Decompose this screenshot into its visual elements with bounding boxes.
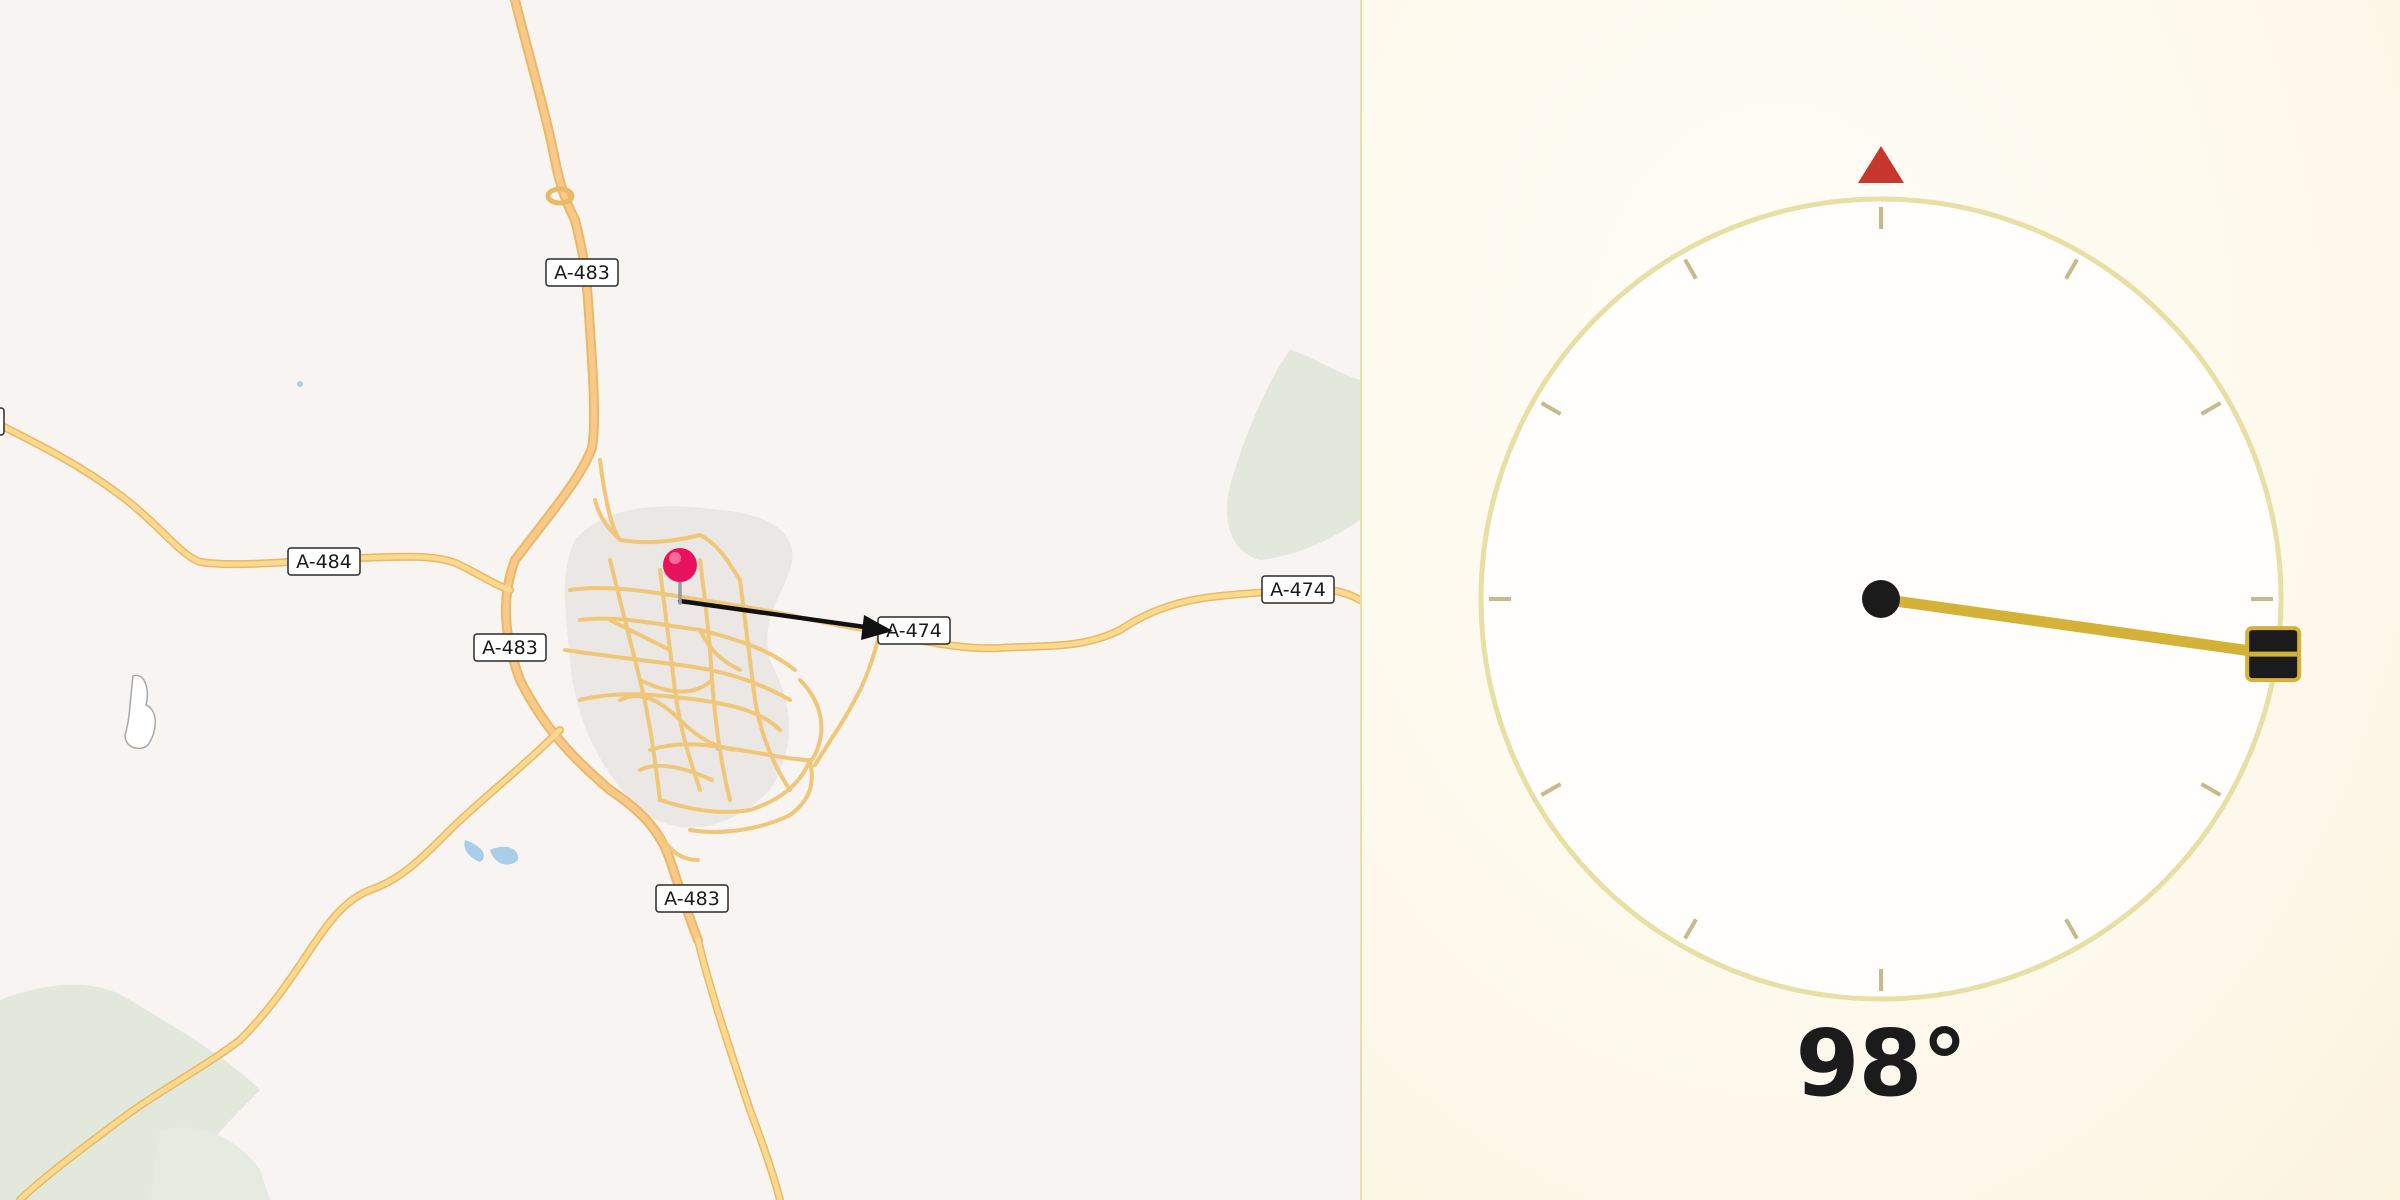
compass-hub [1862,580,1900,618]
map-canvas[interactable]: A-483 A-484 A-483 A-483 A-474 A-474 [0,0,1360,1200]
heading-readout: 98° [1795,1010,1967,1117]
water-body [124,674,156,750]
road-shield-label: A-483 [482,637,538,659]
road-shield[interactable]: A-483 [545,258,619,287]
road-shield[interactable]: A-484 [287,547,361,576]
road-shield-label: A-483 [554,262,610,284]
road-shield-label: A-484 [296,551,352,573]
road-shield[interactable]: A-474 [1261,575,1335,604]
road-shield[interactable]: A-483 [655,884,729,913]
water-body [297,381,303,387]
water-body [490,846,519,865]
road-shield-label: A-474 [886,620,942,642]
road-shield-partial [0,407,5,436]
north-triangle-icon [1858,146,1904,183]
vegetation-area [1227,350,1360,560]
map-view[interactable]: A-483 A-484 A-483 A-483 A-474 A-474 [0,0,1360,1200]
road-shield-label: A-474 [1270,579,1326,601]
vegetation-area [150,1127,270,1200]
road-shield[interactable]: A-483 [473,633,547,662]
road-shield-label: A-483 [664,888,720,910]
compass-panel: 98° [1362,0,2400,1200]
water-body [464,840,485,862]
needle-handle[interactable] [2245,626,2302,683]
